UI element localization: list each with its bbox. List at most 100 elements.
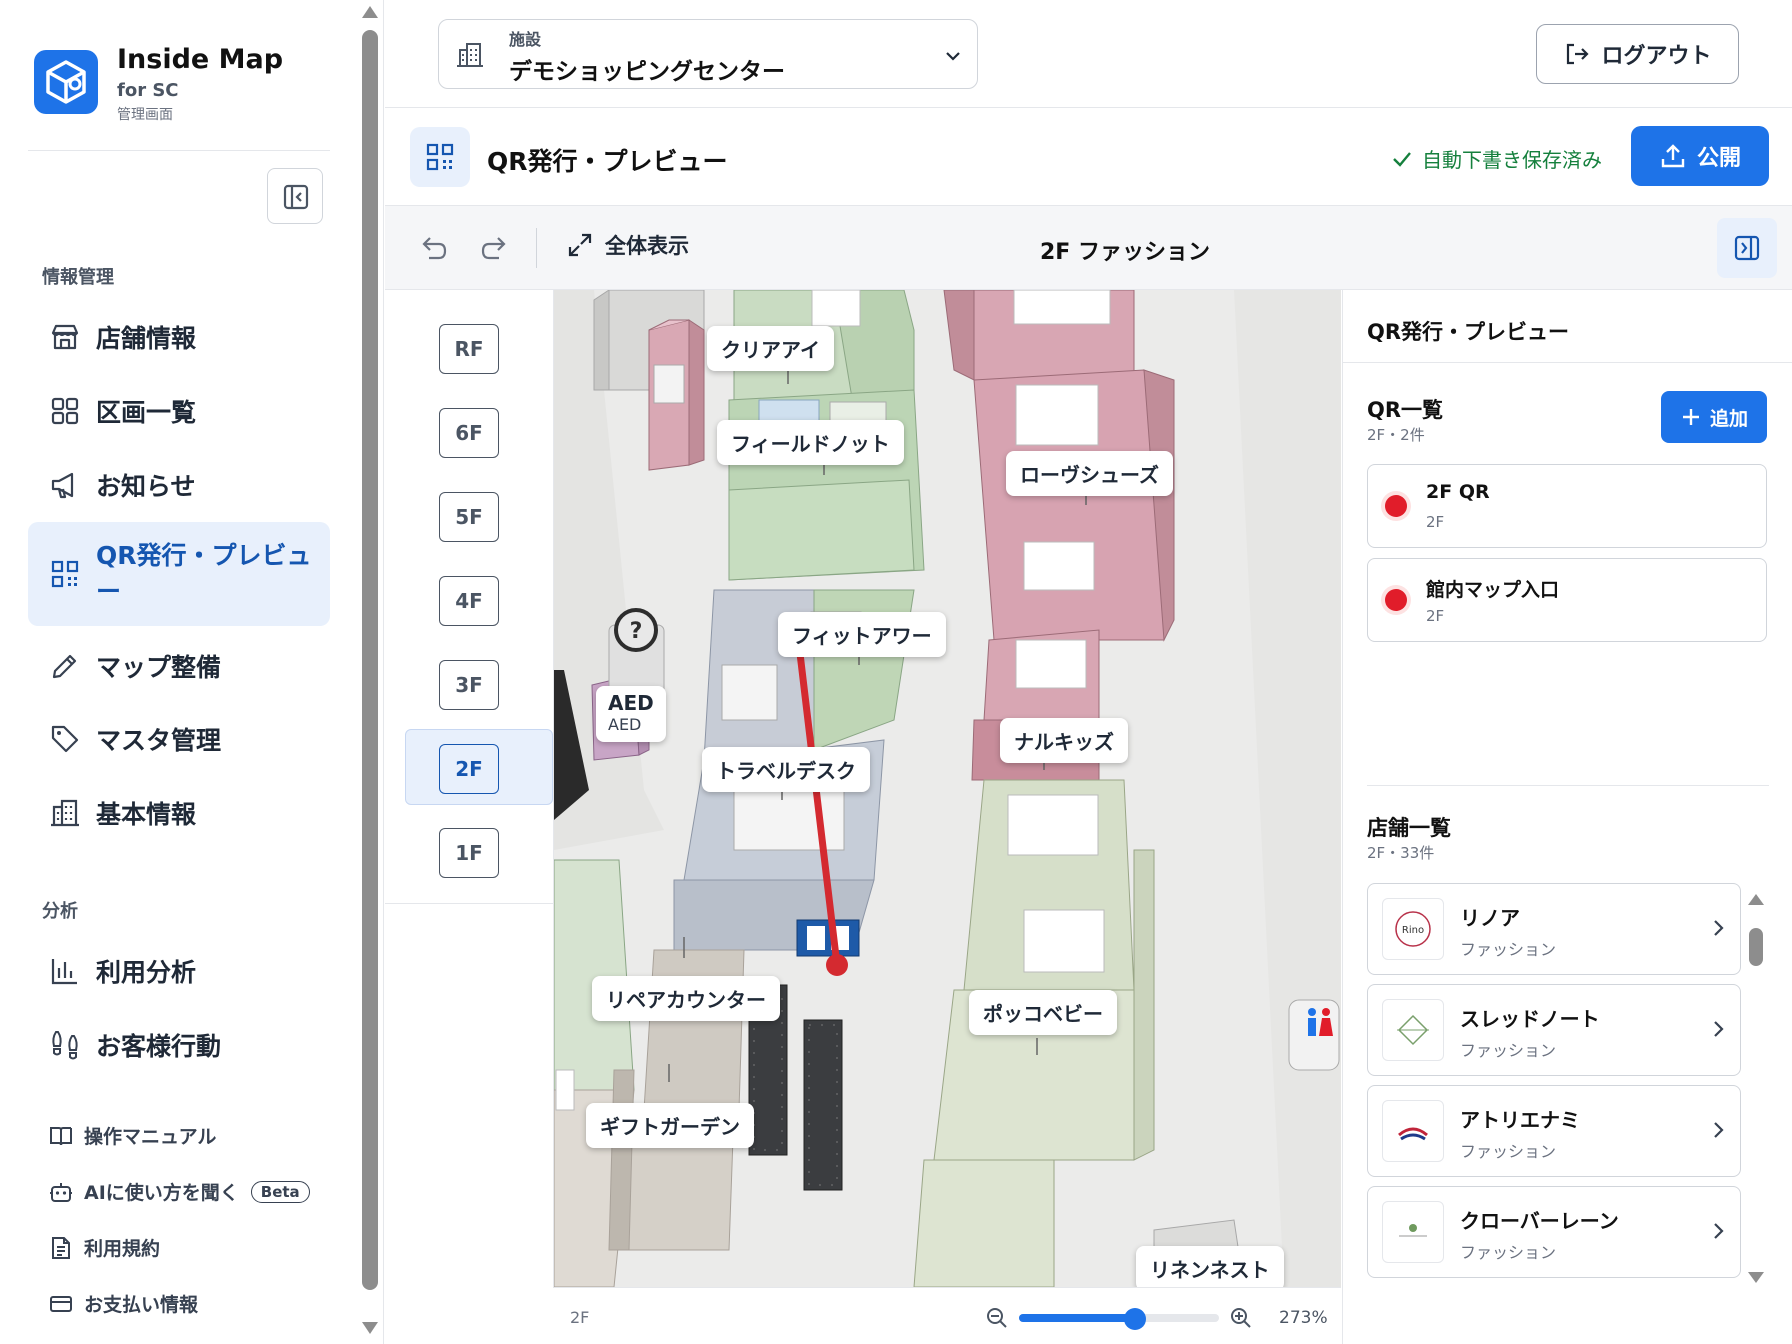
bar-chart-icon xyxy=(51,959,77,985)
sidebar-item-master[interactable]: マスタ管理 xyxy=(28,709,330,769)
facility-value: デモショッピングセンター xyxy=(509,59,785,85)
floor-button-5f[interactable]: 5F xyxy=(439,492,499,542)
right-panel-divider xyxy=(1343,362,1792,363)
zoom-slider[interactable] xyxy=(1019,1308,1219,1330)
map-callout-aed[interactable]: AED AED xyxy=(596,686,666,742)
toolbar-divider xyxy=(536,228,537,268)
app-subtitle: for SC xyxy=(117,80,179,101)
floor-button-3f[interactable]: 3F xyxy=(439,660,499,710)
qr-item-floor: 2F xyxy=(1426,513,1445,531)
map-toolbar: 全体表示 2F ファッション xyxy=(385,206,1792,290)
aed-title: AED xyxy=(608,691,654,715)
add-qr-button[interactable]: 追加 xyxy=(1661,391,1767,443)
billing-label: お支払い情報 xyxy=(84,1294,199,1316)
floor-button-6f[interactable]: 6F xyxy=(439,408,499,458)
qr-list-item[interactable]: 館内マップ入口 2F xyxy=(1367,558,1767,642)
upload-icon xyxy=(1661,144,1685,168)
sidebar-item-store-info[interactable]: 店舗情報 xyxy=(28,307,330,367)
floor-button-2f[interactable]: 2F xyxy=(439,744,499,794)
floor-map-canvas[interactable]: ? クリアアイ フィールドノット ローヴシューズ フィットアワー AED AED… xyxy=(553,290,1341,1287)
add-qr-label: 追加 xyxy=(1709,407,1748,430)
chevron-right-icon xyxy=(1714,920,1724,936)
map-callout-pokkobaby[interactable]: ポッコベビー xyxy=(969,990,1117,1035)
sidebar-item-sections[interactable]: 区画一覧 xyxy=(28,381,330,441)
floor-button-4f[interactable]: 4F xyxy=(439,576,499,626)
page-title-bar: QR発行・プレビュー 自動下書き保存済み 公開 xyxy=(385,108,1792,206)
app-subtitle-admin: 管理画面 xyxy=(117,107,173,123)
right-panel: QR発行・プレビュー QR一覧 2F・2件 追加 2F QR 2F 館内マップ入… xyxy=(1342,290,1792,1344)
top-header: 施設 デモショッピングセンター ログアウト xyxy=(385,0,1792,108)
qr-list-item[interactable]: 2F QR 2F xyxy=(1367,464,1767,548)
shop-list-heading: 店舗一覧 xyxy=(1367,816,1451,840)
sidebar-link-billing[interactable]: お支払い情報 xyxy=(48,1290,198,1317)
shop-list-item[interactable]: アトリエナミ ファッション xyxy=(1367,1085,1741,1177)
floor-button-rf[interactable]: RF xyxy=(439,324,499,374)
qr-icon xyxy=(410,127,470,187)
sidebar-scroll-up[interactable] xyxy=(362,6,378,18)
sidebar-item-qr[interactable]: QR発行・プレビュー xyxy=(28,522,330,626)
sidebar-link-manual[interactable]: 操作マニュアル xyxy=(48,1122,216,1149)
sidebar-item-basic-info[interactable]: 基本情報 xyxy=(28,783,330,843)
map-callout-repair[interactable]: リペアカウンター xyxy=(592,976,780,1021)
redo-button[interactable] xyxy=(479,232,511,264)
fit-view-label: 全体表示 xyxy=(605,234,689,258)
map-callout-clearai[interactable]: クリアアイ xyxy=(707,326,834,371)
map-callout-narukids[interactable]: ナルキッズ xyxy=(1000,718,1128,763)
shop-list-scrollbar[interactable] xyxy=(1749,928,1763,966)
sidebar-link-terms[interactable]: 利用規約 xyxy=(48,1234,160,1261)
toggle-right-panel-button[interactable] xyxy=(1717,218,1777,278)
fit-view-button[interactable]: 全体表示 xyxy=(565,230,689,260)
expand-icon xyxy=(568,233,592,257)
sidebar-item-news[interactable]: お知らせ xyxy=(28,455,330,515)
app-logo-icon xyxy=(34,50,98,114)
sidebar-link-ai-help[interactable]: AIに使い方を聞く Beta xyxy=(48,1178,310,1205)
map-callout-rinennest[interactable]: リネンネスト xyxy=(1136,1246,1284,1287)
save-status: 自動下書き保存済み xyxy=(1390,144,1602,173)
manual-label: 操作マニュアル xyxy=(84,1126,217,1148)
megaphone-icon xyxy=(51,472,74,499)
grid-icon xyxy=(51,397,79,425)
shop-logo-icon: Rino xyxy=(1382,898,1444,960)
sidebar-scrollbar[interactable] xyxy=(362,30,378,1290)
check-icon xyxy=(1393,151,1411,167)
map-callout-gift[interactable]: ギフトガーデン xyxy=(586,1103,754,1148)
zoom-slider-handle[interactable] xyxy=(1124,1308,1146,1330)
qr-marker-dot-icon xyxy=(1385,495,1407,517)
sidebar-scroll-down[interactable] xyxy=(362,1322,378,1334)
logout-button[interactable]: ログアウト xyxy=(1536,24,1739,84)
collapse-sidebar-button[interactable] xyxy=(267,168,323,224)
shop-list-item[interactable]: クローバーレーン ファッション xyxy=(1367,1186,1741,1278)
building-icon xyxy=(457,43,483,67)
map-callout-fieldknot[interactable]: フィールドノット xyxy=(717,420,904,465)
map-callout-rovshoes[interactable]: ローヴシューズ xyxy=(1006,451,1173,496)
sidebar: Inside Map for SC 管理画面 情報管理 店舗情報 区画一覧 お知… xyxy=(0,0,384,1344)
shop-list-item[interactable]: スレッドノート ファッション xyxy=(1367,984,1741,1076)
shop-list-scroll-up[interactable] xyxy=(1748,894,1764,905)
publish-button[interactable]: 公開 xyxy=(1631,126,1769,186)
shop-logo-icon xyxy=(1382,1201,1444,1263)
sidebar-item-label: 利用分析 xyxy=(96,958,197,987)
zoom-out-icon[interactable] xyxy=(985,1306,1009,1330)
sidebar-item-label: 区画一覧 xyxy=(96,398,197,427)
right-panel-title: QR発行・プレビュー xyxy=(1367,320,1570,344)
facility-label: 施設 xyxy=(509,30,542,49)
shop-category: ファッション xyxy=(1460,1041,1557,1060)
sidebar-item-usage-analysis[interactable]: 利用分析 xyxy=(28,941,330,1001)
zoom-slider-fill xyxy=(1019,1314,1135,1322)
zoom-in-icon[interactable] xyxy=(1229,1306,1253,1330)
floor-button-1f[interactable]: 1F xyxy=(439,828,499,878)
app-name: Inside Map xyxy=(117,44,284,75)
logout-icon xyxy=(1567,43,1590,65)
sidebar-item-customer-behavior[interactable]: お客様行動 xyxy=(28,1015,330,1075)
shop-list-item[interactable]: Rino リノア ファッション xyxy=(1367,883,1741,975)
redo-icon xyxy=(481,237,506,260)
shop-list-scroll-down[interactable] xyxy=(1748,1272,1764,1283)
sidebar-item-map-maintenance[interactable]: マップ整備 xyxy=(28,636,330,696)
facility-select[interactable]: 施設 デモショッピングセンター xyxy=(438,19,978,89)
plus-icon xyxy=(1682,409,1699,425)
chevron-right-icon xyxy=(1714,1021,1724,1037)
undo-button[interactable] xyxy=(417,232,449,264)
map-callout-fitawa[interactable]: フィットアワー xyxy=(778,612,946,657)
map-callout-travel[interactable]: トラベルデスク xyxy=(702,747,870,792)
svg-text:Rino: Rino xyxy=(1402,925,1424,936)
